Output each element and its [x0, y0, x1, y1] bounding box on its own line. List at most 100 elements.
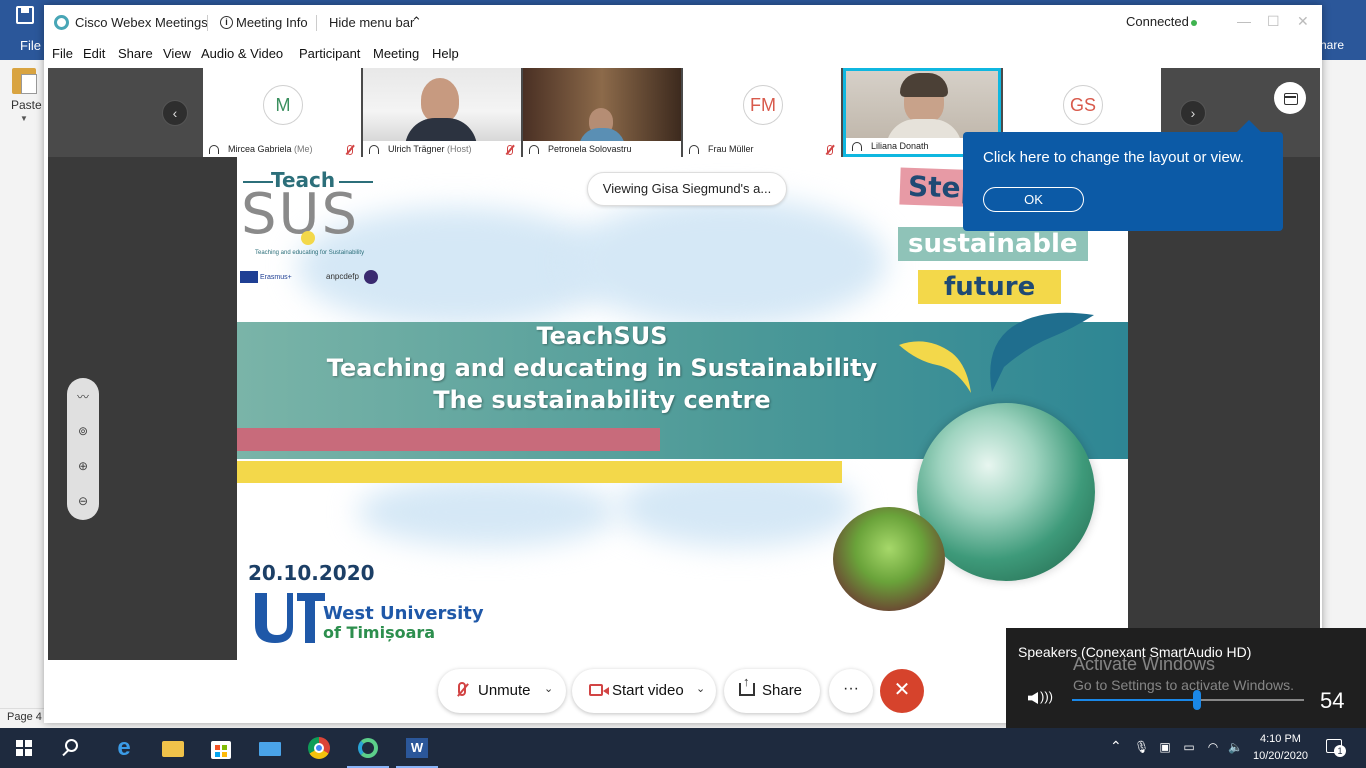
word-share-button[interactable]: hare — [1320, 38, 1344, 52]
minimize-icon[interactable]: — — [1237, 13, 1251, 29]
maximize-icon[interactable]: ☐ — [1267, 13, 1280, 30]
microphone-icon[interactable]: 🎙 — [1134, 740, 1149, 754]
person-head — [421, 78, 459, 122]
menu-meeting[interactable]: Meeting — [373, 46, 419, 61]
unmute-button[interactable]: Unmute ⌄ — [438, 669, 566, 713]
university-name: West University — [323, 603, 484, 624]
hide-menu-bar-button[interactable]: Hide menu bar — [329, 15, 414, 30]
mail-icon[interactable] — [257, 735, 283, 761]
save-icon[interactable] — [16, 6, 34, 24]
close-icon[interactable]: ✕ — [1297, 13, 1309, 30]
battery-icon[interactable]: ▭ — [1182, 740, 1196, 754]
webcam-icon[interactable]: ▣ — [1158, 740, 1172, 754]
file-explorer-icon[interactable] — [160, 735, 186, 761]
mic-muted-icon — [827, 145, 833, 155]
unmute-label: Unmute — [478, 682, 531, 699]
headset-icon — [369, 145, 379, 154]
store-icon[interactable] — [208, 735, 234, 761]
avatar: FM — [743, 85, 783, 125]
menu-help[interactable]: Help — [432, 46, 459, 61]
chrome-icon[interactable] — [306, 735, 332, 761]
clock-time[interactable]: 4:10 PM — [1260, 733, 1301, 745]
volume-slider-thumb[interactable] — [1193, 690, 1202, 710]
cloud-shape — [567, 197, 887, 327]
menu-view[interactable]: View — [163, 46, 191, 61]
menu-share[interactable]: Share — [118, 46, 153, 61]
sound-waves-icon: ))) — [1040, 689, 1053, 704]
webex-logo-icon — [54, 15, 69, 30]
chevron-left-icon[interactable]: ‹ — [162, 100, 188, 126]
mic-muted-icon — [507, 145, 513, 155]
menu-participant[interactable]: Participant — [299, 46, 360, 61]
tooltip-ok-button[interactable]: OK — [983, 187, 1084, 212]
chevron-down-icon[interactable]: ▼ — [20, 114, 28, 123]
volume-flyout: Speakers (Conexant SmartAudio HD) Activa… — [1006, 628, 1366, 728]
university-city: of Timișoara — [323, 623, 436, 642]
erasmus-logo: Erasmus+ — [260, 274, 292, 281]
wifi-icon[interactable]: ◠ — [1206, 740, 1220, 754]
volume-slider-fill — [1072, 699, 1198, 701]
uvt-logo-icon — [255, 593, 325, 643]
title-bar: Cisco Webex Meetings i Meeting Info Hide… — [44, 5, 1322, 39]
seedling-hands-image — [833, 507, 945, 611]
decorative-bar — [237, 428, 660, 451]
meeting-info-button[interactable]: Meeting Info — [236, 15, 308, 30]
zoom-in-icon[interactable]: ⊕ — [76, 459, 90, 473]
avatar: M — [263, 85, 303, 125]
chevron-down-icon[interactable]: ⌄ — [696, 682, 705, 695]
volume-icon[interactable]: 🔈 — [1228, 740, 1243, 754]
eu-flag-icon — [240, 271, 258, 283]
mic-muted-icon — [347, 145, 353, 155]
windows-start-icon[interactable] — [16, 740, 32, 756]
menu-bar: File Edit Share View Audio & Video Parti… — [44, 39, 1322, 67]
annotation-toolbar: 〰 ⊚ ⊕ ⊖ — [67, 378, 99, 520]
menu-audio-video[interactable]: Audio & Video — [201, 46, 283, 61]
share-button[interactable]: Share — [724, 669, 820, 713]
word-file-tab[interactable]: File — [20, 38, 41, 53]
slide-title: TeachSUS Teaching and educating in Susta… — [326, 322, 878, 414]
info-icon[interactable]: i — [220, 16, 233, 29]
share-icon — [739, 674, 755, 696]
start-video-label: Start video — [612, 682, 684, 699]
participant-tile[interactable]: Ulrich Trägner (Host) — [363, 68, 521, 157]
participant-name: Ulrich Trägner (Host) — [388, 144, 472, 154]
chevron-up-icon[interactable]: ⌃ — [1110, 738, 1122, 755]
edge-icon[interactable]: e — [111, 735, 137, 761]
chevron-down-icon[interactable]: ⌄ — [544, 682, 553, 695]
clipboard-icon[interactable] — [12, 68, 37, 94]
layout-view-button[interactable] — [1274, 82, 1306, 114]
anpcdefp-icon — [364, 270, 378, 284]
remote-control-icon[interactable]: ⊚ — [76, 424, 90, 438]
menu-edit[interactable]: Edit — [83, 46, 105, 61]
connection-status: Connected — [1126, 14, 1189, 29]
headset-icon — [529, 145, 539, 154]
webex-window: Cisco Webex Meetings i Meeting Info Hide… — [44, 5, 1322, 723]
leave-meeting-button[interactable]: ✕ — [880, 669, 924, 713]
activate-windows-hint: Go to Settings to activate Windows. — [1073, 677, 1294, 693]
more-options-button[interactable]: ··· — [829, 669, 873, 713]
taskbar: e W ⌃ 🎙 ▣ ▭ ◠ 🔈 4:10 PM 10/20/2020 1 — [0, 728, 1366, 768]
yellow-bird-icon — [899, 341, 971, 393]
webex-taskbar-icon[interactable] — [347, 735, 389, 768]
participant-tile[interactable]: FM Frau Müller — [683, 68, 841, 157]
participant-tile[interactable]: Petronela Solovastru — [523, 68, 681, 157]
start-video-button[interactable]: Start video ⌄ — [572, 669, 716, 713]
menu-file[interactable]: File — [52, 46, 73, 61]
clock-date[interactable]: 10/20/2020 — [1253, 750, 1308, 762]
chevron-right-icon[interactable]: › — [1180, 100, 1206, 126]
decorative-bar — [237, 461, 842, 483]
tooltip-text: Click here to change the layout or view. — [983, 149, 1244, 166]
video-off-icon — [589, 684, 609, 696]
search-icon[interactable] — [65, 739, 78, 752]
word-taskbar-icon[interactable]: W — [396, 735, 438, 768]
chevron-up-icon[interactable]: ⌃ — [411, 14, 422, 30]
paste-button[interactable]: Paste — [11, 98, 42, 112]
zoom-out-icon[interactable]: ⊖ — [76, 494, 90, 508]
speaker-icon[interactable] — [1028, 692, 1038, 704]
participant-name: Liliana Donath — [871, 141, 929, 151]
name-bar: Ulrich Trägner (Host) — [363, 141, 521, 157]
participant-tile[interactable]: M Mircea Gabriela (Me) — [203, 68, 361, 157]
pen-icon[interactable]: 〰 — [76, 390, 90, 404]
status-dot-icon — [1191, 20, 1197, 26]
viewing-banner[interactable]: Viewing Gisa Siegmund's a... — [587, 172, 787, 206]
